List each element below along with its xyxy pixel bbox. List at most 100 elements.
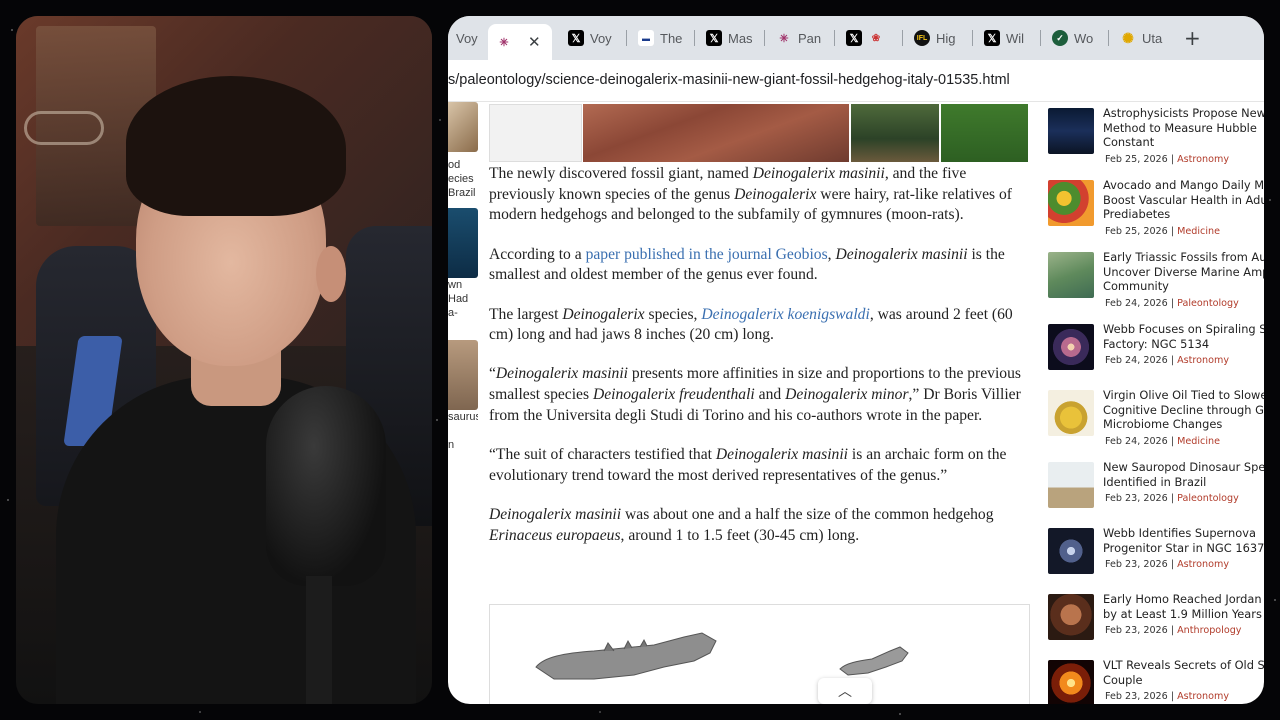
- species-link[interactable]: Deinogalerix koenigswaldi: [701, 306, 869, 323]
- scroll-to-top-button[interactable]: ︿: [818, 678, 872, 704]
- x-logo-icon: 𝕏: [846, 30, 862, 46]
- left-snippet[interactable]: a-: [448, 306, 458, 320]
- news-category[interactable]: Astronomy: [1177, 559, 1229, 570]
- news-category[interactable]: Astronomy: [1177, 355, 1229, 366]
- fossil-jaw-figure[interactable]: [489, 604, 1030, 704]
- left-sidebar-partial: od ecies Brazil wn Had a- saurus n: [448, 102, 478, 704]
- news-title[interactable]: Virgin Olive Oil Tied to Slower Cognitiv…: [1103, 388, 1264, 432]
- news-category[interactable]: Astronomy: [1177, 154, 1229, 165]
- news-item[interactable]: VLT Reveals Secrets of Old Stell Couple …: [1048, 656, 1264, 704]
- web-page: od ecies Brazil wn Had a- saurus n The n…: [448, 102, 1264, 704]
- news-meta: Feb 25, 2026 | Medicine: [1105, 226, 1220, 237]
- tab-10[interactable]: ✺ Uta: [1112, 24, 1176, 52]
- news-title[interactable]: Early Homo Reached Jordan Va by at Least…: [1103, 592, 1264, 621]
- gallery-image[interactable]: [489, 104, 582, 162]
- news-meta: Feb 23, 2026 | Paleontology: [1105, 493, 1239, 504]
- address-bar[interactable]: s/paleontology/science-deinogalerix-masi…: [448, 60, 1264, 102]
- left-snippet[interactable]: saurus: [448, 410, 478, 424]
- left-thumb[interactable]: [448, 340, 478, 410]
- tab-4[interactable]: 𝕏 Mas: [698, 24, 762, 52]
- left-snippet[interactable]: ecies: [448, 172, 474, 186]
- close-tab-icon[interactable]: ✕: [528, 33, 541, 51]
- journal-link[interactable]: paper published in the journal Geobios: [586, 246, 828, 263]
- article-body: The newly discovered fossil giant, named…: [489, 164, 1034, 565]
- tab-label: Uta: [1142, 30, 1163, 46]
- news-title[interactable]: Avocado and Mango Daily Migh Boost Vascu…: [1103, 178, 1264, 222]
- news-item[interactable]: Webb Identifies Supernova Progenitor Sta…: [1048, 524, 1264, 590]
- related-news-sidebar: Astrophysicists Propose New Method to Me…: [1036, 102, 1264, 704]
- image-gallery-strip: [489, 104, 1028, 162]
- x-logo-icon: 𝕏: [568, 30, 584, 46]
- tab-9[interactable]: ✓ Wo: [1044, 24, 1106, 52]
- early-homo-thumb: [1048, 594, 1094, 640]
- article-paragraph: “The suit of characters testified that D…: [489, 446, 1007, 484]
- tab-separator: [626, 30, 627, 46]
- left-snippet[interactable]: Brazil: [448, 186, 476, 200]
- gallery-image[interactable]: [583, 104, 849, 162]
- x-logo-icon: 𝕏: [984, 30, 1000, 46]
- tab-5[interactable]: ✳ Pan: [768, 24, 832, 52]
- tab-3[interactable]: ▬ The: [630, 24, 692, 52]
- sun-logo-icon: ✺: [1122, 29, 1134, 46]
- tab-label: The: [660, 30, 683, 46]
- news-meta: Feb 24, 2026 | Medicine: [1105, 436, 1220, 447]
- galaxy-field-thumb: [1048, 108, 1094, 154]
- browser-window: Voy ✳ ✕ 𝕏 Voy ▬ The 𝕏 Mas ✳ Pan 𝕏 ❀ IFL …: [448, 16, 1264, 704]
- gallery-image[interactable]: [941, 104, 1028, 162]
- tab-separator: [764, 30, 765, 46]
- news-item[interactable]: Early Homo Reached Jordan Va by at Least…: [1048, 590, 1264, 656]
- x-logo-icon: 𝕏: [706, 30, 722, 46]
- left-snippet[interactable]: n: [448, 438, 454, 452]
- news-item[interactable]: Astrophysicists Propose New Method to Me…: [1048, 104, 1264, 170]
- article-paragraph: Deinogalerix masinii was about one and a…: [489, 505, 994, 544]
- news-category[interactable]: Astronomy: [1177, 691, 1229, 702]
- tab-label: Voy: [590, 30, 612, 46]
- news-item[interactable]: New Sauropod Dinosaur Specie Identified …: [1048, 458, 1264, 524]
- ifls-logo-icon: IFL: [914, 30, 930, 46]
- news-item[interactable]: Early Triassic Fossils from Austr Uncove…: [1048, 248, 1264, 314]
- left-snippet[interactable]: od: [448, 158, 460, 172]
- tab-label: Hig: [936, 30, 956, 46]
- news-title[interactable]: Early Triassic Fossils from Austr Uncove…: [1103, 250, 1264, 294]
- news-category[interactable]: Paleontology: [1177, 493, 1239, 504]
- news-item[interactable]: Virgin Olive Oil Tied to Slower Cognitiv…: [1048, 386, 1264, 452]
- news-meta: Feb 23, 2026 | Anthropology: [1105, 625, 1242, 636]
- article-paragraph: The newly discovered fossil giant, named…: [489, 165, 1012, 224]
- gallery-image[interactable]: [851, 104, 939, 162]
- star-glow-thumb: [1048, 660, 1094, 704]
- news-title[interactable]: Webb Identifies Supernova Progenitor Sta…: [1103, 526, 1264, 555]
- news-title[interactable]: VLT Reveals Secrets of Old Stell Couple: [1103, 658, 1264, 687]
- webcam-wall-sign: [24, 111, 104, 145]
- news-category[interactable]: Anthropology: [1177, 625, 1241, 636]
- tab-8[interactable]: 𝕏 Wil: [976, 24, 1038, 52]
- left-snippet[interactable]: wn: [448, 278, 462, 292]
- news-meta: Feb 25, 2026 | Astronomy: [1105, 154, 1230, 165]
- news-item[interactable]: Avocado and Mango Daily Migh Boost Vascu…: [1048, 176, 1264, 242]
- left-snippet[interactable]: Had: [448, 292, 468, 306]
- tab-separator: [834, 30, 835, 46]
- news-title[interactable]: Webb Focuses on Spiraling Star Factory: …: [1103, 322, 1264, 351]
- news-category[interactable]: Paleontology: [1177, 298, 1239, 309]
- left-thumb[interactable]: [448, 102, 478, 152]
- left-thumb[interactable]: [448, 208, 478, 278]
- news-item[interactable]: Webb Focuses on Spiraling Star Factory: …: [1048, 320, 1264, 386]
- news-title[interactable]: Astrophysicists Propose New Method to Me…: [1103, 106, 1264, 150]
- tab-label: Wil: [1006, 30, 1025, 46]
- tab-separator: [972, 30, 973, 46]
- olive-oil-thumb: [1048, 390, 1094, 436]
- tab-6[interactable]: 𝕏 ❀: [838, 24, 900, 52]
- small-jaw-fossil-image: [839, 646, 909, 676]
- news-category[interactable]: Medicine: [1177, 226, 1220, 237]
- tab-0[interactable]: Voy: [448, 24, 488, 52]
- news-meta: Feb 24, 2026 | Astronomy: [1105, 355, 1230, 366]
- tab-7[interactable]: IFL Hig: [906, 24, 970, 52]
- tab-active[interactable]: ✳ ✕: [488, 24, 552, 60]
- news-category[interactable]: Medicine: [1177, 436, 1220, 447]
- news-meta: Feb 23, 2026 | Astronomy: [1105, 559, 1230, 570]
- tab-2[interactable]: 𝕏 Voy: [560, 24, 624, 52]
- url-text[interactable]: s/paleontology/science-deinogalerix-masi…: [448, 72, 1010, 88]
- news-flag-icon: ▬: [638, 30, 654, 46]
- tab-label: Pan: [798, 30, 822, 46]
- new-tab-button[interactable]: +: [1184, 26, 1201, 50]
- news-title[interactable]: New Sauropod Dinosaur Specie Identified …: [1103, 460, 1264, 489]
